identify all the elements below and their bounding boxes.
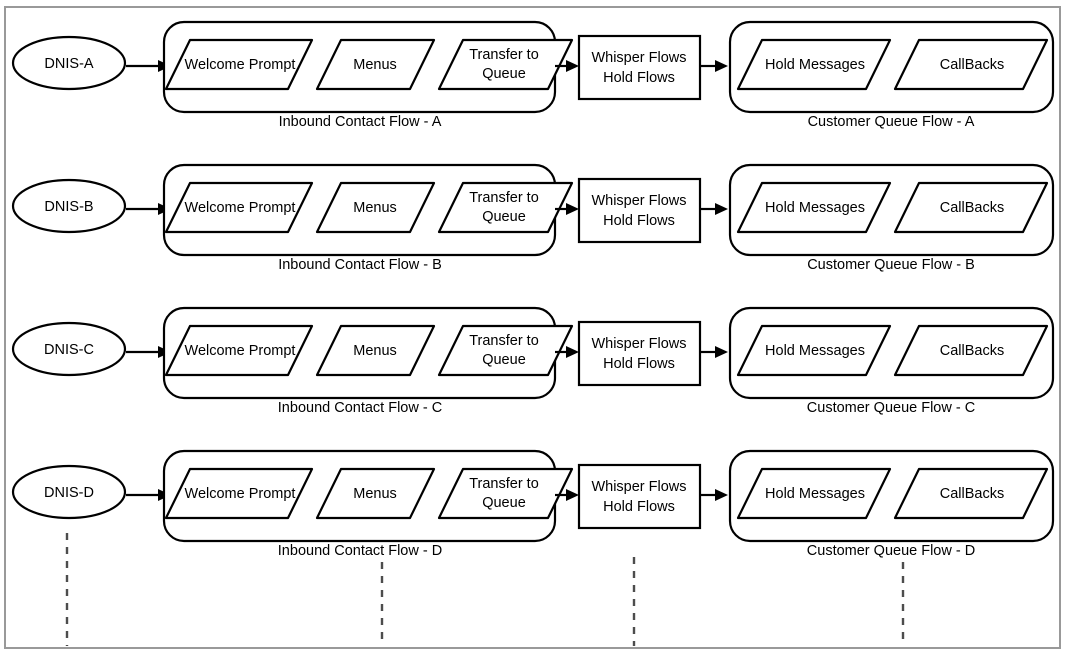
inbound-contact-flow-caption: Inbound Contact Flow - C <box>278 400 442 416</box>
arrowhead-inbound-to-whisper <box>566 346 579 358</box>
row-a: DNIS-A Welcome Prompt Menus Transfer to … <box>11 20 1055 130</box>
step-menus-label: Menus <box>353 343 397 359</box>
hold-flows-label: Hold Flows <box>603 356 675 372</box>
arrowhead-inbound-to-whisper <box>566 203 579 215</box>
dnis-label: DNIS-B <box>44 199 93 215</box>
inbound-contact-flow-caption: Inbound Contact Flow - D <box>278 543 442 559</box>
row-c: DNIS-C Welcome Prompt Menus Transfer to … <box>11 306 1055 416</box>
step-menus-label: Menus <box>353 200 397 216</box>
flow-diagram-svg: DNIS-A Welcome Prompt Menus Transfer to … <box>4 6 1061 649</box>
step-welcome-prompt-label: Welcome Prompt <box>185 486 296 502</box>
row-b: DNIS-B Welcome Prompt Menus Transfer to … <box>11 163 1055 273</box>
step-hold-messages-label: Hold Messages <box>765 200 865 216</box>
inbound-contact-flow-caption: Inbound Contact Flow - B <box>278 257 442 273</box>
step-transfer-to-queue-label-line1: Transfer to <box>469 190 539 206</box>
continuation-markers <box>65 533 905 646</box>
step-callbacks-label: CallBacks <box>940 343 1004 359</box>
whisper-flows-label: Whisper Flows <box>591 50 686 66</box>
inbound-contact-flow-caption: Inbound Contact Flow - A <box>279 114 442 130</box>
whisper-flows-label: Whisper Flows <box>591 336 686 352</box>
customer-queue-flow-caption: Customer Queue Flow - A <box>808 114 975 130</box>
step-transfer-to-queue-label-line1: Transfer to <box>469 476 539 492</box>
step-callbacks-label: CallBacks <box>940 486 1004 502</box>
dnis-label: DNIS-D <box>44 485 94 501</box>
step-transfer-to-queue-label-line2: Queue <box>482 209 526 225</box>
step-hold-messages-label: Hold Messages <box>765 486 865 502</box>
whisper-flows-label: Whisper Flows <box>591 479 686 495</box>
whisper-hold-flows-box[interactable] <box>577 177 702 244</box>
arrowhead-whisper-to-queue <box>715 60 728 72</box>
arrowhead-inbound-to-whisper <box>566 489 579 501</box>
step-transfer-to-queue-label-line2: Queue <box>482 352 526 368</box>
whisper-flows-label: Whisper Flows <box>591 193 686 209</box>
whisper-hold-flows-box[interactable] <box>577 463 702 530</box>
step-callbacks-label: CallBacks <box>940 200 1004 216</box>
dnis-label: DNIS-A <box>44 56 93 72</box>
arrowhead-whisper-to-queue <box>715 203 728 215</box>
step-hold-messages-label: Hold Messages <box>765 343 865 359</box>
customer-queue-flow-caption: Customer Queue Flow - C <box>807 400 975 416</box>
arrowhead-whisper-to-queue <box>715 489 728 501</box>
step-hold-messages-label: Hold Messages <box>765 57 865 73</box>
arrowhead-inbound-to-whisper <box>566 60 579 72</box>
step-transfer-to-queue-label-line1: Transfer to <box>469 333 539 349</box>
diagram-canvas: DNIS-A Welcome Prompt Menus Transfer to … <box>0 0 1067 658</box>
dnis-label: DNIS-C <box>44 342 94 358</box>
hold-flows-label: Hold Flows <box>603 70 675 86</box>
step-callbacks-label: CallBacks <box>940 57 1004 73</box>
customer-queue-flow-caption: Customer Queue Flow - D <box>807 543 975 559</box>
row-d: DNIS-D Welcome Prompt Menus Transfer to … <box>11 449 1055 559</box>
step-transfer-to-queue-label-line1: Transfer to <box>469 47 539 63</box>
step-welcome-prompt-label: Welcome Prompt <box>185 200 296 216</box>
step-transfer-to-queue-label-line2: Queue <box>482 495 526 511</box>
whisper-hold-flows-box[interactable] <box>577 34 702 101</box>
step-menus-label: Menus <box>353 57 397 73</box>
hold-flows-label: Hold Flows <box>603 499 675 515</box>
step-welcome-prompt-label: Welcome Prompt <box>185 57 296 73</box>
step-welcome-prompt-label: Welcome Prompt <box>185 343 296 359</box>
arrowhead-whisper-to-queue <box>715 346 728 358</box>
whisper-hold-flows-box[interactable] <box>577 320 702 387</box>
customer-queue-flow-caption: Customer Queue Flow - B <box>807 257 975 273</box>
step-transfer-to-queue-label-line2: Queue <box>482 66 526 82</box>
hold-flows-label: Hold Flows <box>603 213 675 229</box>
step-menus-label: Menus <box>353 486 397 502</box>
